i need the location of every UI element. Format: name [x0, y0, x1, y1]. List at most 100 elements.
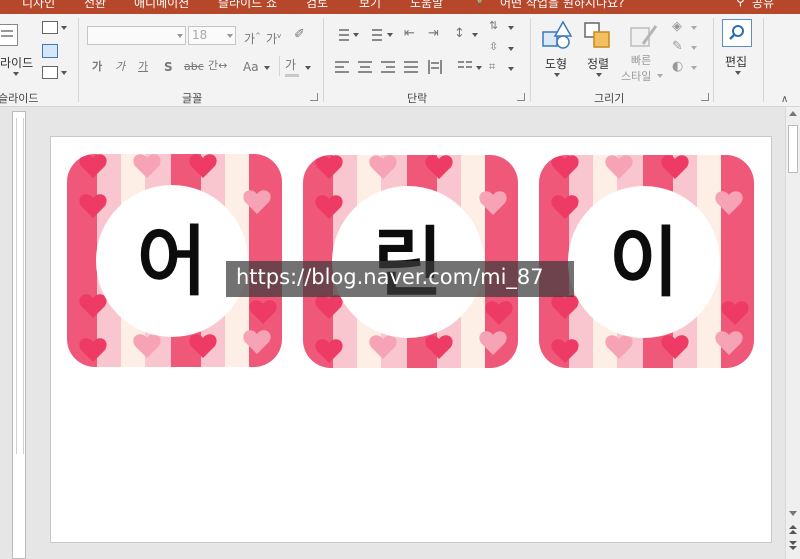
- clear-formatting-icon[interactable]: ✐: [294, 28, 305, 42]
- section-icon[interactable]: [42, 66, 58, 79]
- align-left-icon[interactable]: [335, 61, 349, 73]
- paragraph-dialog-launcher-icon[interactable]: [517, 93, 525, 101]
- shape-fill-icon[interactable]: ◈: [672, 20, 682, 34]
- underline-icon[interactable]: 가: [138, 60, 148, 74]
- decrease-indent-icon[interactable]: ⇤: [404, 27, 415, 41]
- chevron-down-icon[interactable]: [554, 73, 560, 77]
- shapes-icon[interactable]: [541, 20, 573, 50]
- shapes-label[interactable]: 도형: [545, 55, 567, 72]
- quick-styles-label-1[interactable]: 빠른: [631, 52, 651, 68]
- tell-me-search[interactable]: 어떤 작업을 원하시나요?: [500, 0, 624, 11]
- group-divider: [713, 18, 714, 102]
- drawing-dialog-launcher-icon[interactable]: [701, 93, 709, 101]
- tab-slideshow[interactable]: 슬라이드 쇼: [218, 0, 277, 11]
- ribbon: 라이드 슬라이드 18 가^ 가v ✐ 가 가 가 S abc 간↔ Aa 가 …: [0, 14, 800, 107]
- bullets-icon[interactable]: [335, 28, 349, 41]
- chevron-down-icon[interactable]: [508, 67, 514, 71]
- group-label-slides: 슬라이드: [0, 92, 39, 105]
- shape-effects-icon[interactable]: ◐: [672, 60, 683, 74]
- chevron-down-icon[interactable]: [476, 66, 482, 70]
- reset-slide-icon[interactable]: [42, 44, 58, 58]
- character-spacing-icon[interactable]: 간↔: [208, 59, 227, 73]
- align-right-icon[interactable]: [381, 61, 395, 73]
- columns-icon[interactable]: [458, 61, 472, 73]
- shape-outline-icon[interactable]: ✎: [672, 40, 683, 54]
- chevron-down-icon[interactable]: [13, 72, 19, 76]
- align-center-icon[interactable]: [358, 61, 372, 73]
- text-shadow-icon[interactable]: S: [164, 60, 173, 74]
- chevron-down-icon[interactable]: [227, 34, 233, 38]
- italic-icon[interactable]: 가: [115, 60, 125, 74]
- quick-styles-icon[interactable]: [629, 22, 659, 50]
- group-divider: [763, 18, 764, 102]
- font-color-icon[interactable]: 가: [285, 58, 296, 72]
- scroll-up-icon[interactable]: [789, 111, 797, 116]
- chevron-down-icon[interactable]: [691, 26, 697, 30]
- editing-label[interactable]: 편집: [725, 53, 747, 70]
- change-case-icon[interactable]: Aa: [243, 60, 259, 74]
- arrange-label[interactable]: 정렬: [587, 55, 609, 72]
- tab-transitions[interactable]: 전환: [84, 0, 106, 11]
- share-button[interactable]: 공유: [752, 0, 774, 11]
- find-icon[interactable]: [722, 19, 752, 47]
- divider: [279, 56, 280, 76]
- chevron-down-icon[interactable]: [657, 74, 663, 78]
- distributed-icon[interactable]: [428, 60, 442, 74]
- text-direction-icon[interactable]: ⇅: [489, 19, 498, 33]
- chevron-down-icon[interactable]: [177, 34, 183, 38]
- font-size-combo[interactable]: 18: [188, 26, 236, 45]
- strikethrough-icon[interactable]: abc: [184, 60, 204, 74]
- tab-design[interactable]: 디자인: [22, 0, 55, 11]
- next-slide-icon[interactable]: [789, 541, 797, 545]
- group-label-paragraph: 단락: [407, 92, 428, 105]
- vertical-scrollbar[interactable]: [785, 107, 800, 559]
- tab-view[interactable]: 보기: [359, 0, 381, 11]
- arrange-icon[interactable]: [583, 20, 613, 50]
- layout-icon[interactable]: [42, 21, 58, 34]
- chevron-down-icon[interactable]: [61, 26, 67, 30]
- chevron-down-icon[interactable]: [691, 66, 697, 70]
- justify-icon[interactable]: [404, 61, 418, 73]
- group-divider: [530, 18, 531, 102]
- new-slide-icon[interactable]: [0, 24, 18, 46]
- new-slide-label[interactable]: 라이드: [0, 54, 33, 71]
- chevron-down-icon[interactable]: [508, 47, 514, 51]
- tab-help[interactable]: 도움말: [410, 0, 443, 11]
- scrollbar-thumb[interactable]: [788, 125, 798, 173]
- chevron-down-icon[interactable]: [596, 73, 602, 77]
- chevron-down-icon[interactable]: [305, 66, 311, 70]
- lightbulb-icon[interactable]: 💡: [474, 0, 485, 5]
- tab-review[interactable]: 검토: [306, 0, 328, 11]
- align-text-icon[interactable]: ⇳: [489, 40, 498, 54]
- chevron-down-icon[interactable]: [508, 26, 514, 30]
- scroll-down-icon[interactable]: [789, 511, 797, 516]
- quick-styles-label-2[interactable]: 스타일: [621, 68, 651, 84]
- increase-indent-icon[interactable]: ⇥: [428, 27, 439, 41]
- chevron-down-icon[interactable]: [61, 71, 67, 75]
- font-dialog-launcher-icon[interactable]: [310, 93, 318, 101]
- increase-font-size-icon[interactable]: 가^: [244, 29, 261, 46]
- line-spacing-icon[interactable]: ↕: [454, 27, 465, 41]
- chevron-down-icon[interactable]: [387, 33, 393, 37]
- font-name-combo[interactable]: [87, 26, 186, 45]
- chevron-down-icon[interactable]: [735, 71, 741, 75]
- group-divider: [78, 18, 79, 102]
- tab-animations[interactable]: 애니메이션: [134, 0, 189, 11]
- numbering-icon[interactable]: [368, 28, 382, 41]
- previous-slide-icon[interactable]: [789, 525, 797, 529]
- bold-icon[interactable]: 가: [92, 60, 102, 74]
- collapse-ribbon-icon[interactable]: ∧: [781, 94, 788, 105]
- chevron-down-icon[interactable]: [264, 66, 270, 70]
- chevron-down-icon[interactable]: [472, 33, 478, 37]
- chevron-down-icon[interactable]: [691, 46, 697, 50]
- watermark-overlay: https://blog.naver.com/mi_87: [226, 261, 574, 297]
- group-label-drawing: 그리기: [594, 92, 625, 105]
- group-label-font: 글꼴: [182, 92, 203, 105]
- smartart-icon[interactable]: ⌗: [489, 60, 495, 74]
- share-icon[interactable]: ⚲: [736, 0, 745, 8]
- ruler-band: [16, 118, 24, 454]
- watermark-text: https://blog.naver.com/mi_87: [236, 265, 544, 289]
- font-color-bar: [285, 74, 299, 77]
- decrease-font-size-icon[interactable]: 가v: [266, 29, 281, 46]
- chevron-down-icon[interactable]: [353, 33, 359, 37]
